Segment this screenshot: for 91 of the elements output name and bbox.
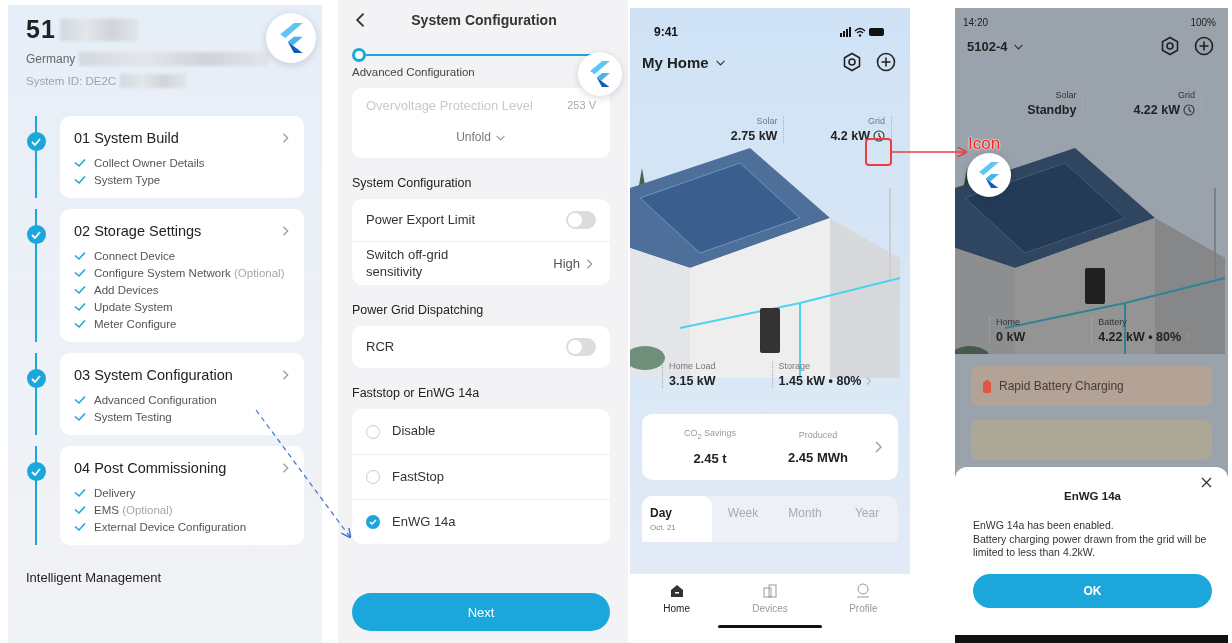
setting-label: RCR — [366, 338, 395, 356]
annotation-label: Icon — [968, 134, 1001, 154]
stat-value: 2.75 kW — [730, 129, 778, 143]
stat-label: Solar — [1055, 90, 1077, 100]
logo-badge[interactable] — [967, 153, 1011, 197]
step-item: Delivery — [94, 487, 136, 499]
dialog-title: EnWG 14a — [1063, 490, 1122, 502]
unfold-button[interactable]: Unfold — [456, 122, 506, 158]
status-icons — [840, 27, 886, 37]
profile-icon — [855, 583, 872, 599]
step-item: System Testing — [94, 411, 172, 423]
step-indicator — [352, 48, 366, 62]
clock-icon — [873, 130, 885, 142]
stat-value: 4.2 kW — [830, 129, 885, 143]
devices-icon — [762, 583, 778, 599]
banner-text: Rapid Battery Charging — [999, 379, 1124, 393]
step-item: External Device Configuration — [94, 521, 247, 533]
summary-label: CO$_{2}$ Savings — [683, 428, 737, 441]
stat-label: Home Load — [669, 361, 716, 371]
step-card[interactable]: 04 Post Commissioning Delivery EMS (Optional) External Device Configuration — [60, 446, 304, 545]
section-heading: Faststop or EnWG 14a — [352, 386, 481, 400]
home-icon — [668, 583, 685, 599]
step-card[interactable]: 02 Storage Settings Connect Device Configure System Network (Optional) Add Devices Update System Meter Configure — [60, 209, 304, 342]
check-icon — [369, 519, 377, 525]
step-item: Collect Owner Details — [94, 157, 205, 169]
step-item: Meter Configure — [94, 318, 177, 330]
setting-value: 253 V — [567, 99, 596, 111]
status-time: 9:41 — [654, 25, 679, 39]
stat-value: 1.45 kW • 80% — [778, 374, 875, 388]
step-title: 02 Storage Settings — [74, 223, 202, 239]
radio-button[interactable] — [366, 470, 380, 484]
step-item: Advanced Configuration — [94, 394, 217, 406]
system-id: System ID: DE2C — [26, 75, 117, 87]
highlight-frame — [865, 138, 892, 166]
nav-item[interactable]: Home — [630, 582, 724, 615]
add-icon[interactable] — [876, 52, 896, 72]
setting-label: Power Export Limit — [366, 211, 476, 229]
toggle-switch[interactable] — [566, 338, 596, 356]
section-heading: System Configuration — [352, 176, 473, 190]
setting-value[interactable]: High — [553, 256, 596, 271]
step-item: Add Devices — [94, 284, 159, 296]
step-item: System Type — [94, 174, 161, 186]
step-label: Advanced Configuration — [352, 66, 476, 78]
step-title: 04 Post Commissioning — [74, 460, 227, 476]
home-selector[interactable]: 5102-4 — [967, 38, 1146, 54]
settings-icon[interactable] — [1160, 36, 1180, 56]
summary-value: 2.45 t — [693, 450, 727, 466]
radio-button[interactable] — [366, 515, 380, 529]
status-time: 14:20 — [963, 16, 989, 28]
step-item: Configure System Network (Optional) — [94, 267, 285, 279]
summary-card[interactable]: CO$_{2}$ Savings 2.45 t Produced 2.45 MWh — [642, 414, 898, 480]
toggle-switch[interactable] — [566, 211, 596, 229]
stat-label: Home — [996, 317, 1020, 327]
battery-percent: 100% — [1190, 16, 1216, 28]
dialog-message: EnWG 14a has been enabled. Battery charging power drawn from the grid will be limited to less than 4.2kW. — [973, 519, 1208, 560]
settings-icon[interactable] — [842, 52, 862, 72]
option-label: Disable — [392, 423, 436, 440]
step-card[interactable]: 03 System Configuration Advanced Configuration System Testing — [60, 353, 304, 435]
close-button[interactable] — [1201, 477, 1212, 488]
stat-label: Grid — [1178, 90, 1195, 100]
option-label: FastStop — [392, 468, 445, 486]
step-item: Update System — [94, 301, 173, 313]
system-name: 51 — [26, 15, 56, 44]
alert-banner[interactable]: Rapid Battery Charging — [971, 366, 1212, 406]
stat-value: 4.22 kW — [1133, 103, 1195, 117]
option-label: EnWG 14a — [392, 513, 456, 531]
add-icon[interactable] — [1194, 36, 1214, 56]
stat-value: 4.22 kW • 80% — [1098, 330, 1195, 344]
screen-title: System Configuration — [410, 12, 558, 28]
home-selector[interactable]: My Home — [642, 53, 828, 71]
stat-value: Standby — [1027, 103, 1077, 117]
setting-label: Switch off-grid sensitivity — [366, 247, 450, 280]
step-title: 01 System Build — [74, 130, 179, 146]
step-item: EMS (Optional) — [94, 504, 173, 516]
stat-value: 3.15 kW — [669, 374, 716, 388]
stat-label: Solar — [756, 116, 778, 126]
redacted-text — [120, 74, 187, 88]
battery-icon — [983, 379, 991, 393]
stat-value: 0 kW — [996, 330, 1026, 344]
step-card[interactable]: 01 System Build Collect Owner Details System Type — [60, 116, 304, 198]
summary-label: Produced — [798, 429, 838, 440]
radio-button[interactable] — [366, 424, 380, 439]
section-heading: Power Grid Dispatching — [352, 303, 485, 317]
period-tab[interactable]: Day Oct. 21 — [642, 496, 712, 542]
stat-label: Grid — [868, 116, 885, 126]
location-text: Germany — [26, 52, 76, 66]
summary-value: 2.45 MWh — [788, 449, 848, 465]
clock-icon — [1183, 104, 1195, 116]
step-title: 03 System Configuration — [74, 367, 233, 383]
section-heading: Intelligent Management — [26, 570, 163, 585]
step-item: Connect Device — [94, 250, 176, 262]
